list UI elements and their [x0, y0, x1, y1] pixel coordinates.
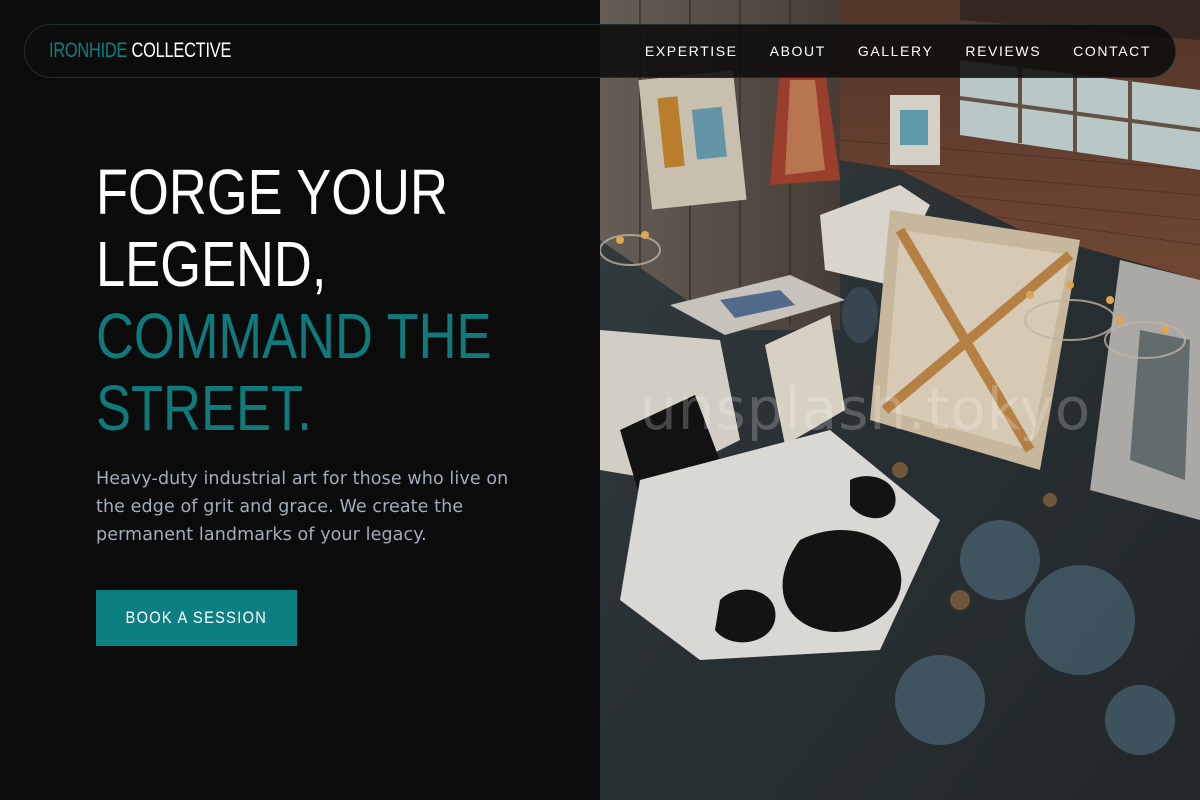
brand-secondary: COLLECTIVE	[127, 39, 232, 62]
nav-link-reviews[interactable]: REVIEWS	[965, 43, 1041, 59]
book-session-button[interactable]: BOOK A SESSION	[96, 590, 297, 646]
nav-link-about[interactable]: ABOUT	[770, 43, 826, 59]
hero-section: FORGE YOUR LEGEND, COMMAND THE STREET. H…	[0, 0, 600, 800]
brand-primary: IRONHIDE	[49, 39, 128, 62]
nav-links: EXPERTISE ABOUT GALLERY REVIEWS CONTACT	[613, 43, 1151, 59]
headline-accent-line-2: STREET.	[96, 372, 312, 444]
brand-logo[interactable]: IRONHIDE COLLECTIVE	[49, 39, 231, 63]
hero-headline: FORGE YOUR LEGEND, COMMAND THE STREET.	[96, 156, 492, 444]
headline-accent-line-1: COMMAND THE	[96, 300, 492, 372]
book-session-button-label: BOOK A SESSION	[125, 608, 268, 627]
hero-tagline: Heavy-duty industrial art for those who …	[96, 469, 509, 545]
top-navbar: IRONHIDE COLLECTIVE EXPERTISE ABOUT GALL…	[24, 24, 1176, 78]
nav-link-gallery[interactable]: GALLERY	[858, 43, 934, 59]
headline-line-1: FORGE YOUR	[96, 156, 448, 228]
nav-link-expertise[interactable]: EXPERTISE	[645, 43, 738, 59]
nav-link-contact[interactable]: CONTACT	[1073, 43, 1151, 59]
photo-watermark: unsplash.tokyo	[640, 375, 1092, 443]
headline-line-2: LEGEND,	[96, 228, 327, 300]
studio-photo: unsplash.tokyo	[600, 0, 1200, 800]
